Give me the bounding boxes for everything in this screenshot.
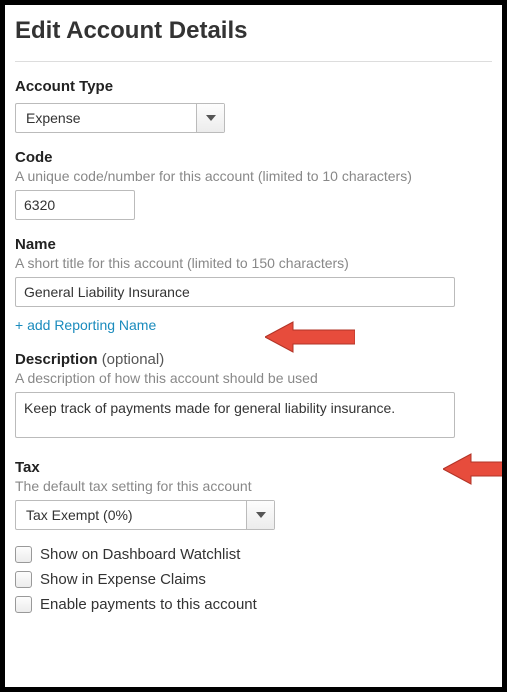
add-reporting-name-link[interactable]: + add Reporting Name — [15, 317, 156, 333]
account-type-value: Expense — [16, 104, 196, 132]
enable-payments-label: Enable payments to this account — [40, 596, 257, 613]
description-input[interactable]: Keep track of payments made for general … — [15, 392, 455, 438]
page-title: Edit Account Details — [15, 17, 492, 45]
code-input[interactable] — [15, 190, 135, 220]
chevron-down-icon — [256, 512, 266, 518]
divider — [15, 61, 492, 62]
description-hint: A description of how this account should… — [15, 370, 492, 386]
description-label: Description (optional) — [15, 351, 492, 368]
code-label: Code — [15, 149, 492, 166]
tax-hint: The default tax setting for this account — [15, 478, 492, 494]
tax-select[interactable]: Tax Exempt (0%) — [15, 500, 275, 530]
description-label-text: Description — [15, 351, 98, 368]
dashboard-watchlist-label: Show on Dashboard Watchlist — [40, 546, 240, 563]
expense-claims-checkbox[interactable] — [15, 571, 32, 588]
dashboard-watchlist-checkbox[interactable] — [15, 546, 32, 563]
tax-dropdown-button[interactable] — [246, 501, 274, 529]
name-hint: A short title for this account (limited … — [15, 255, 492, 271]
description-optional: (optional) — [102, 351, 165, 368]
chevron-down-icon — [206, 115, 216, 121]
enable-payments-checkbox[interactable] — [15, 596, 32, 613]
tax-label: Tax — [15, 459, 492, 476]
name-label: Name — [15, 236, 492, 253]
account-type-label: Account Type — [15, 78, 492, 95]
code-hint: A unique code/number for this account (l… — [15, 168, 492, 184]
name-input[interactable] — [15, 277, 455, 307]
account-type-dropdown-button[interactable] — [196, 104, 224, 132]
account-type-select[interactable]: Expense — [15, 103, 225, 133]
tax-value: Tax Exempt (0%) — [16, 501, 246, 529]
expense-claims-label: Show in Expense Claims — [40, 571, 206, 588]
